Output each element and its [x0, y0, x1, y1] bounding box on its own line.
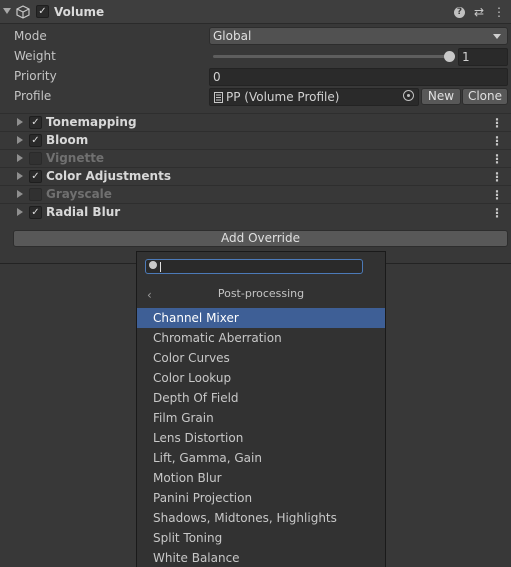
override-component-row[interactable]: ✓ Radial Blur ⋮	[0, 203, 511, 221]
foldout-arrow-icon[interactable]	[17, 154, 23, 162]
component-label: Bloom	[46, 133, 89, 147]
profile-label: Profile	[14, 89, 52, 103]
object-picker-icon[interactable]	[403, 90, 414, 101]
override-list-item[interactable]: Color Curves	[137, 348, 385, 368]
kebab-menu-icon[interactable]: ⋮	[491, 152, 503, 166]
weight-label: Weight	[14, 49, 56, 63]
text-caret	[160, 262, 161, 272]
profile-value: PP (Volume Profile)	[226, 90, 340, 104]
override-list-item[interactable]: Shadows, Midtones, Highlights	[137, 508, 385, 528]
weight-input[interactable]: 1	[458, 48, 508, 66]
preset-sliders-icon[interactable]: ⇄	[472, 5, 486, 19]
new-profile-button[interactable]: New	[421, 88, 461, 105]
override-component-row[interactable]: ✓ Bloom ⋮	[0, 131, 511, 149]
override-list-item[interactable]: Depth Of Field	[137, 388, 385, 408]
component-enabled-checkbox[interactable]: ✓	[29, 170, 42, 183]
foldout-arrow-icon[interactable]	[3, 8, 11, 14]
override-list-item[interactable]: White Balance	[137, 548, 385, 567]
override-list: Channel Mixer Chromatic Aberration Color C…	[137, 308, 385, 567]
volume-inspector: ✓ Volume ? ⇄ ⋮ Mode Global Weight 1 Prio…	[0, 0, 511, 264]
component-header[interactable]: ✓ Volume ? ⇄ ⋮	[0, 0, 511, 24]
override-component-row[interactable]: Grayscale ⋮	[0, 185, 511, 203]
override-component-row[interactable]: Vignette ⋮	[0, 149, 511, 167]
clone-profile-button[interactable]: Clone	[462, 88, 508, 105]
component-enabled-checkbox[interactable]: ✓	[29, 116, 42, 129]
override-component-row[interactable]: ✓ Tonemapping ⋮	[0, 113, 511, 131]
kebab-menu-icon[interactable]: ⋮	[492, 5, 506, 19]
component-label: Radial Blur	[46, 205, 121, 219]
weight-slider-track[interactable]	[213, 55, 451, 58]
foldout-arrow-icon[interactable]	[17, 172, 23, 180]
add-override-button[interactable]: Add Override	[13, 230, 508, 247]
kebab-menu-icon[interactable]: ⋮	[491, 188, 503, 202]
component-label: Vignette	[46, 151, 105, 165]
help-icon[interactable]: ?	[454, 7, 465, 18]
popup-category-title: Post-processing	[217, 287, 305, 300]
override-component-row[interactable]: ✓ Color Adjustments ⋮	[0, 167, 511, 185]
override-list-item[interactable]: Lift, Gamma, Gain	[137, 448, 385, 468]
chevron-down-icon	[493, 34, 501, 39]
override-list-item[interactable]: Lens Distortion	[137, 428, 385, 448]
override-list-item[interactable]: Motion Blur	[137, 468, 385, 488]
profile-object-field[interactable]: PP (Volume Profile)	[209, 88, 419, 106]
mode-value: Global	[213, 29, 252, 43]
component-label: Grayscale	[46, 187, 112, 201]
add-override-popup: ‹ Post-processing Channel Mixer Chromatic…	[136, 251, 386, 567]
override-list-item[interactable]: Panini Projection	[137, 488, 385, 508]
mode-label: Mode	[14, 29, 47, 43]
override-list-item[interactable]: Split Toning	[137, 528, 385, 548]
component-title: Volume	[54, 5, 105, 19]
component-enabled-checkbox[interactable]: ✓	[29, 134, 42, 147]
kebab-menu-icon[interactable]: ⋮	[491, 206, 503, 220]
kebab-menu-icon[interactable]: ⋮	[491, 134, 503, 148]
override-list-item[interactable]: Channel Mixer	[137, 308, 385, 328]
volume-enabled-checkbox[interactable]: ✓	[36, 5, 49, 18]
override-list-item[interactable]: Color Lookup	[137, 368, 385, 388]
component-label: Color Adjustments	[46, 169, 171, 183]
search-icon	[149, 261, 157, 269]
foldout-arrow-icon[interactable]	[17, 136, 23, 144]
profile-asset-icon	[214, 92, 223, 103]
component-enabled-checkbox[interactable]: ✓	[29, 206, 42, 219]
priority-input[interactable]: 0	[209, 68, 508, 86]
mode-dropdown[interactable]: Global	[209, 27, 508, 45]
component-enabled-checkbox[interactable]	[29, 188, 42, 201]
volume-cube-icon	[16, 5, 30, 19]
weight-slider-thumb[interactable]	[444, 51, 455, 62]
search-input[interactable]	[145, 259, 363, 274]
component-label: Tonemapping	[46, 115, 137, 129]
override-list-item[interactable]: Chromatic Aberration	[137, 328, 385, 348]
component-enabled-checkbox[interactable]	[29, 152, 42, 165]
foldout-arrow-icon[interactable]	[17, 190, 23, 198]
kebab-menu-icon[interactable]: ⋮	[491, 116, 503, 130]
foldout-arrow-icon[interactable]	[17, 208, 23, 216]
kebab-menu-icon[interactable]: ⋮	[491, 170, 503, 184]
priority-label: Priority	[14, 69, 57, 83]
foldout-arrow-icon[interactable]	[17, 118, 23, 126]
override-list-item[interactable]: Film Grain	[137, 408, 385, 428]
